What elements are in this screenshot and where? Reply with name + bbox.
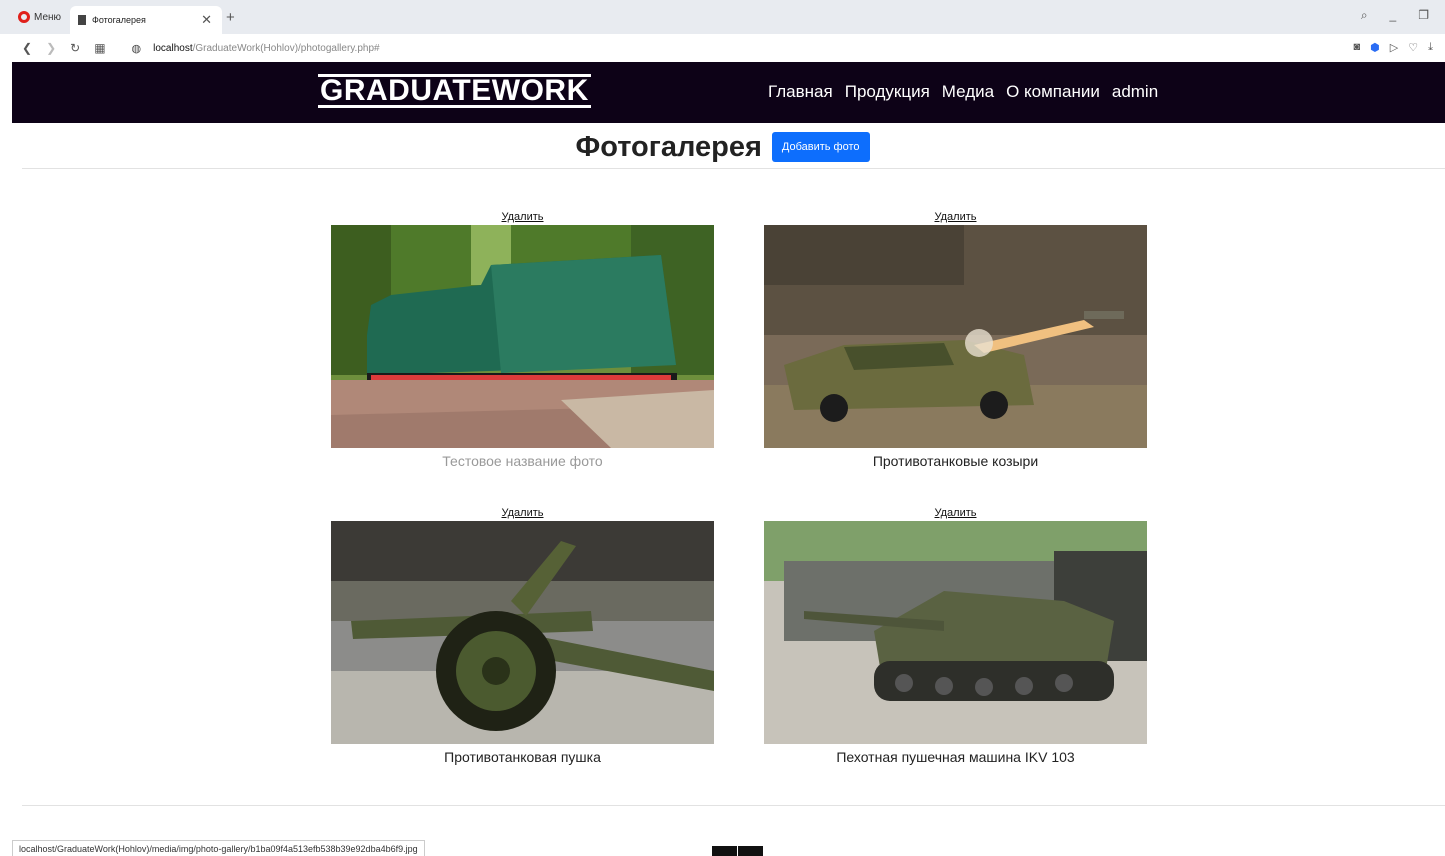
url-host: localhost [153, 42, 193, 54]
page-icon [78, 15, 86, 25]
browser-tab-active[interactable]: Фотогалерея ✕ [70, 6, 222, 34]
send-icon[interactable]: ▷ [1390, 41, 1398, 54]
photo-caption: Тестовое название фото [442, 453, 603, 469]
opera-logo-icon [18, 11, 30, 23]
anti-tank-gun-photo[interactable] [331, 521, 714, 744]
armored-train-photo[interactable] [331, 225, 714, 448]
browser-menu-label: Меню [34, 11, 62, 23]
forward-icon[interactable]: ❯ [46, 41, 56, 55]
photo-caption: Противотанковые козыри [872, 453, 1039, 469]
delete-photo-link[interactable]: Удалить [764, 505, 1147, 521]
site-logo[interactable]: GRADUATEWORK [318, 74, 591, 108]
delete-photo-link[interactable]: Удалить [764, 209, 1147, 225]
pagination-prev[interactable] [712, 846, 737, 856]
url-field[interactable]: localhost/GraduateWork(Hohlov)/photogall… [153, 43, 379, 54]
missile-vehicle-photo[interactable] [764, 225, 1147, 448]
close-tab-icon[interactable]: ✕ [201, 12, 212, 28]
globe-icon: ◍ [131, 42, 142, 55]
nav-products[interactable]: Продукция [845, 82, 930, 102]
delete-photo-link[interactable]: Удалить [331, 505, 714, 521]
download-icon[interactable]: ⤓ [1428, 41, 1433, 54]
gallery-card: Удалить Противотанковая пушка [331, 505, 714, 765]
url-path: /GraduateWork(Hohlov)/photogallery.php# [192, 42, 380, 54]
snapshot-icon[interactable]: ◙ [1354, 41, 1361, 54]
gallery-card: Удалить Противотанковые козыри [764, 209, 1147, 469]
photo-caption: Пехотная пушечная машина IKV 103 [836, 749, 1075, 765]
nav-home[interactable]: Главная [768, 82, 833, 102]
gallery-card: Удалить Тестовое название фото [331, 209, 714, 469]
pagination-next[interactable] [738, 846, 763, 856]
minimize-icon[interactable]: _ [1390, 8, 1397, 23]
address-bar: ❮ ❯ ↻ ▦ ◍ localhost/GraduateWork(Hohlov)… [0, 34, 1445, 62]
page-title: Фотогалерея [575, 130, 762, 163]
reload-icon[interactable]: ↻ [70, 41, 80, 55]
heart-icon[interactable]: ♡ [1408, 41, 1418, 54]
main-nav: Главная Продукция Медиа О компании admin [768, 82, 1158, 102]
search-tabs-icon[interactable]: ⌕ [1361, 8, 1368, 23]
nav-admin[interactable]: admin [1112, 82, 1158, 102]
nav-media[interactable]: Медиа [942, 82, 994, 102]
gallery-card: Удалить Пехотная пушечная машина IKV 103 [764, 505, 1147, 765]
delete-photo-link[interactable]: Удалить [331, 209, 714, 225]
ikv103-photo[interactable] [764, 521, 1147, 744]
page-head: Фотогалерея Добавить фото [0, 126, 1445, 168]
site-header: GRADUATEWORK Главная Продукция Медиа О к… [12, 62, 1445, 123]
new-tab-icon[interactable]: + [226, 9, 235, 26]
photo-caption: Противотанковая пушка [444, 749, 601, 765]
back-icon[interactable]: ❮ [22, 41, 32, 55]
divider [22, 805, 1445, 806]
nav-about[interactable]: О компании [1006, 82, 1100, 102]
tab-title: Фотогалерея [92, 15, 146, 25]
vpn-shield-icon[interactable]: ⬢ [1370, 41, 1380, 54]
speed-dial-icon[interactable]: ▦ [94, 41, 105, 55]
restore-icon[interactable]: ❐ [1418, 8, 1429, 23]
status-url-tooltip: localhost/GraduateWork(Hohlov)/media/img… [12, 840, 425, 856]
window-controls: ⌕ _ ❐ [1361, 8, 1429, 23]
browser-tabbar: Меню Фотогалерея ✕ + ⌕ _ ❐ [0, 0, 1445, 34]
divider [22, 168, 1445, 169]
browser-menu-button[interactable]: Меню [18, 11, 61, 23]
pagination [712, 846, 763, 856]
add-photo-button[interactable]: Добавить фото [771, 132, 870, 162]
